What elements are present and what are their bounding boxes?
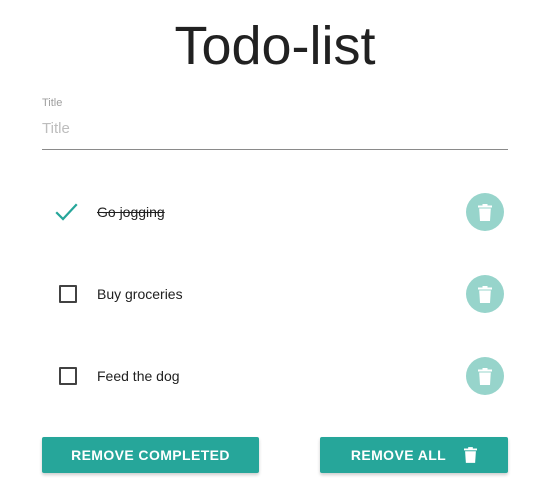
remove-completed-button[interactable]: REMOVE COMPLETED: [42, 437, 259, 473]
todo-item: Go jogging: [42, 192, 508, 232]
trash-icon: [478, 285, 492, 303]
todo-text: Go jogging: [97, 204, 165, 220]
delete-button[interactable]: [466, 193, 504, 231]
page-title: Todo-list: [174, 16, 376, 76]
title-label: Title: [42, 97, 63, 109]
remove-all-label: REMOVE ALL: [350, 447, 447, 463]
remove-all-button[interactable]: REMOVE ALL: [320, 437, 508, 473]
todo-item: Feed the dog: [42, 356, 508, 396]
trash-icon: [478, 367, 492, 385]
todo-text: Feed the dog: [97, 368, 180, 384]
todo-text: Buy groceries: [97, 286, 183, 302]
checkmark-icon: [55, 203, 78, 221]
todo-app: Todo-list Title Go jogging Buy groceries: [0, 0, 550, 500]
todo-toggle[interactable]: [52, 200, 82, 224]
checkbox-icon[interactable]: [59, 285, 77, 303]
trash-icon: [478, 203, 492, 221]
checkbox-icon[interactable]: [59, 367, 77, 385]
delete-button[interactable]: [466, 357, 504, 395]
delete-button[interactable]: [466, 275, 504, 313]
title-field: Title: [42, 96, 508, 150]
trash-icon: [464, 447, 478, 463]
remove-completed-label: REMOVE COMPLETED: [71, 447, 230, 463]
title-input[interactable]: [42, 120, 508, 150]
todo-item: Buy groceries: [42, 274, 508, 314]
